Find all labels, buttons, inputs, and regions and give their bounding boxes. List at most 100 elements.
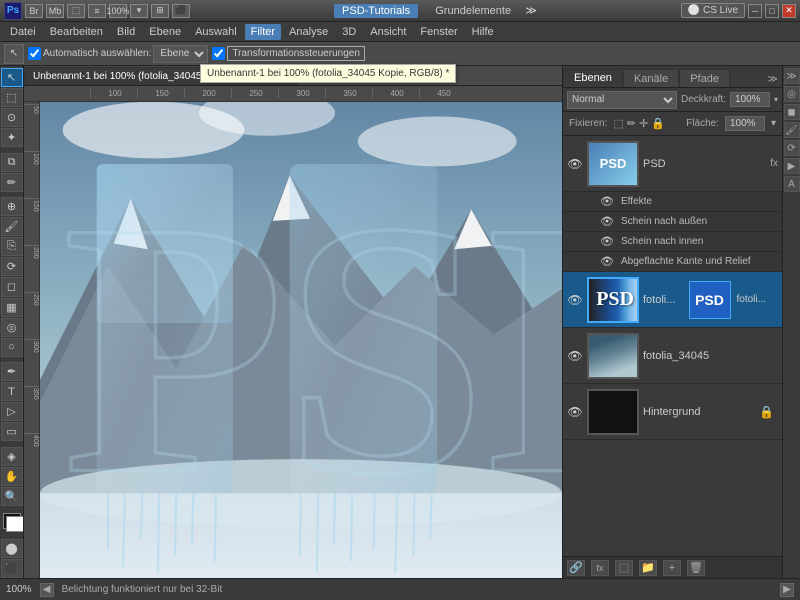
panel-expand-btn[interactable]: ≫ <box>764 72 782 87</box>
menu-filter[interactable]: Filter <box>245 24 281 40</box>
opacity-arrow[interactable]: ▾ <box>774 95 778 104</box>
ps-tutorials-tab[interactable]: PSD-Tutorials <box>334 4 418 18</box>
layer-fotolia[interactable]: 👁 fotolia_34045 <box>563 328 782 384</box>
bridge-btn[interactable]: Br <box>25 4 43 18</box>
effect-kante-eye[interactable]: 👁 <box>599 254 615 270</box>
menu-hilfe[interactable]: Hilfe <box>466 24 500 40</box>
mini-history-btn[interactable]: ⟳ <box>784 140 800 156</box>
toolbar-sep-3 <box>1 358 23 361</box>
tab-pfade[interactable]: Pfade <box>679 69 730 87</box>
mini-color-btn[interactable]: ◼ <box>784 104 800 120</box>
lock-transparent-icon[interactable]: ⬚ <box>613 117 623 130</box>
menu-auswahl[interactable]: Auswahl <box>189 24 243 40</box>
grundelemente-tab[interactable]: Grundelemente <box>427 4 519 18</box>
tool-hand[interactable]: ✋ <box>1 467 23 486</box>
flaeche-value[interactable]: 100% <box>725 116 765 131</box>
mini-collapse-btn[interactable]: ≫ <box>784 68 800 84</box>
auto-select-dropdown[interactable]: Ebene <box>153 45 208 63</box>
footer-fx-btn[interactable]: fx <box>591 560 609 576</box>
canvas-area: Unbenannt-1 bei 100% (fotolia_34045 Kopi… <box>24 66 562 578</box>
mini-brush-btn[interactable]: 🖌 <box>784 122 800 138</box>
quick-mask[interactable]: ⬤ <box>1 539 23 558</box>
layer-kopie-eye[interactable]: 👁 <box>567 292 583 308</box>
tool-crop[interactable]: ⧉ <box>1 153 23 172</box>
tool-3d[interactable]: ◈ <box>1 447 23 466</box>
tool-marquee[interactable]: ⬚ <box>1 88 23 107</box>
footer-link-btn[interactable]: 🔗 <box>567 560 585 576</box>
tool-dodge[interactable]: ○ <box>1 338 23 357</box>
mini-char-btn[interactable]: A <box>784 176 800 192</box>
layer-hintergrund[interactable]: 👁 Hintergrund 🔒 <box>563 384 782 440</box>
tool-gradient[interactable]: ▦ <box>1 298 23 317</box>
tool-magic[interactable]: ✦ <box>1 128 23 147</box>
zoom-down-btn[interactable]: ▾ <box>130 4 148 18</box>
lock-paint-icon[interactable]: ✏ <box>627 117 636 130</box>
effect-aussen-eye[interactable]: 👁 <box>599 214 615 230</box>
tool-heal[interactable]: ⊕ <box>1 197 23 216</box>
title-bar: Ps Br Mb ⬚ ≡ 100% ▾ ⊞ ⬛ PSD-Tutorials Gr… <box>0 0 800 22</box>
tool-brush[interactable]: 🖌 <box>1 217 23 236</box>
mini-actions-btn[interactable]: ▶ <box>784 158 800 174</box>
menu-ansicht[interactable]: Ansicht <box>364 24 412 40</box>
menu-fenster[interactable]: Fenster <box>414 24 463 40</box>
tool-pen[interactable]: ✒ <box>1 362 23 381</box>
tool-blur[interactable]: ◎ <box>1 318 23 337</box>
tab-ebenen[interactable]: Ebenen <box>563 69 623 87</box>
tool-zoom[interactable]: 🔍 <box>1 487 23 506</box>
auto-select-checkbox[interactable] <box>28 47 41 60</box>
status-bar: 100% ◀ Belichtung funktioniert nur bei 3… <box>0 578 800 600</box>
tool-eyedropper[interactable]: ✏ <box>1 173 23 192</box>
layer-psd[interactable]: 👁 PSD PSD fx <box>563 136 782 192</box>
effect-innen-eye[interactable]: 👁 <box>599 234 615 250</box>
layer-hintergrund-eye[interactable]: 👁 <box>567 404 583 420</box>
layers-footer: 🔗 fx ⬚ 📁 + 🗑 <box>563 556 782 578</box>
tab-kanaele[interactable]: Kanäle <box>623 69 679 87</box>
tool-shape[interactable]: ▭ <box>1 422 23 441</box>
blend-mode-select[interactable]: Normal <box>567 91 677 109</box>
tool-move[interactable]: ↖ <box>1 68 23 87</box>
menu-3d[interactable]: 3D <box>336 24 362 40</box>
status-next-btn[interactable]: ▶ <box>780 583 794 597</box>
zoom-btn[interactable]: ⬚ <box>67 4 85 18</box>
footer-delete-btn[interactable]: 🗑 <box>687 560 705 576</box>
tool-path[interactable]: ▷ <box>1 402 23 421</box>
view-btn[interactable]: ≡ <box>88 4 106 18</box>
tool-type[interactable]: T <box>1 382 23 401</box>
background-color[interactable] <box>6 516 24 532</box>
layout-btn[interactable]: ⬛ <box>172 4 190 18</box>
auto-select-group: Automatisch auswählen: Ebene <box>28 45 208 63</box>
menu-bild[interactable]: Bild <box>111 24 141 40</box>
cs-live-btn[interactable]: ⚪ CS Live <box>681 3 745 18</box>
transform-checkbox[interactable] <box>212 47 225 60</box>
canvas-image[interactable]: PSD <box>40 102 562 578</box>
effect-gruppe-eye[interactable]: 👁 <box>599 194 615 210</box>
footer-mask-btn[interactable]: ⬚ <box>615 560 633 576</box>
lock-move-icon[interactable]: ✛ <box>639 117 648 130</box>
screen-mode[interactable]: ⬛ <box>1 559 23 578</box>
tool-history[interactable]: ⟳ <box>1 257 23 276</box>
menu-bearbeiten[interactable]: Bearbeiten <box>44 24 109 40</box>
footer-new-btn[interactable]: + <box>663 560 681 576</box>
layer-psd-kopie[interactable]: 👁 PSD fotoli... PSD fotoli... <box>563 272 782 328</box>
tool-clone[interactable]: ⎘ <box>1 237 23 256</box>
grid-btn[interactable]: ⊞ <box>151 4 169 18</box>
close-btn[interactable]: ✕ <box>782 4 796 18</box>
menu-ebene[interactable]: Ebene <box>143 24 187 40</box>
zoom-val-btn[interactable]: 100% <box>109 4 127 18</box>
layer-psd-eye[interactable]: 👁 <box>567 156 583 172</box>
lock-all-icon[interactable]: 🔒 <box>651 117 665 130</box>
minimize-btn[interactable]: ─ <box>748 4 762 18</box>
maximize-btn[interactable]: □ <box>765 4 779 18</box>
mini-btn[interactable]: Mb <box>46 4 64 18</box>
flaeche-arrow[interactable]: ▾ <box>771 118 776 129</box>
footer-group-btn[interactable]: 📁 <box>639 560 657 576</box>
ruler-v-50: 50 <box>24 104 39 151</box>
menu-analyse[interactable]: Analyse <box>283 24 334 40</box>
status-prev-btn[interactable]: ◀ <box>40 583 54 597</box>
layer-fotolia-eye[interactable]: 👁 <box>567 348 583 364</box>
menu-datei[interactable]: Datei <box>4 24 42 40</box>
opacity-value[interactable]: 100% <box>730 92 770 107</box>
mini-nav-btn[interactable]: ◎ <box>784 86 800 102</box>
tool-lasso[interactable]: ⊙ <box>1 108 23 127</box>
tool-eraser[interactable]: ◻ <box>1 277 23 296</box>
